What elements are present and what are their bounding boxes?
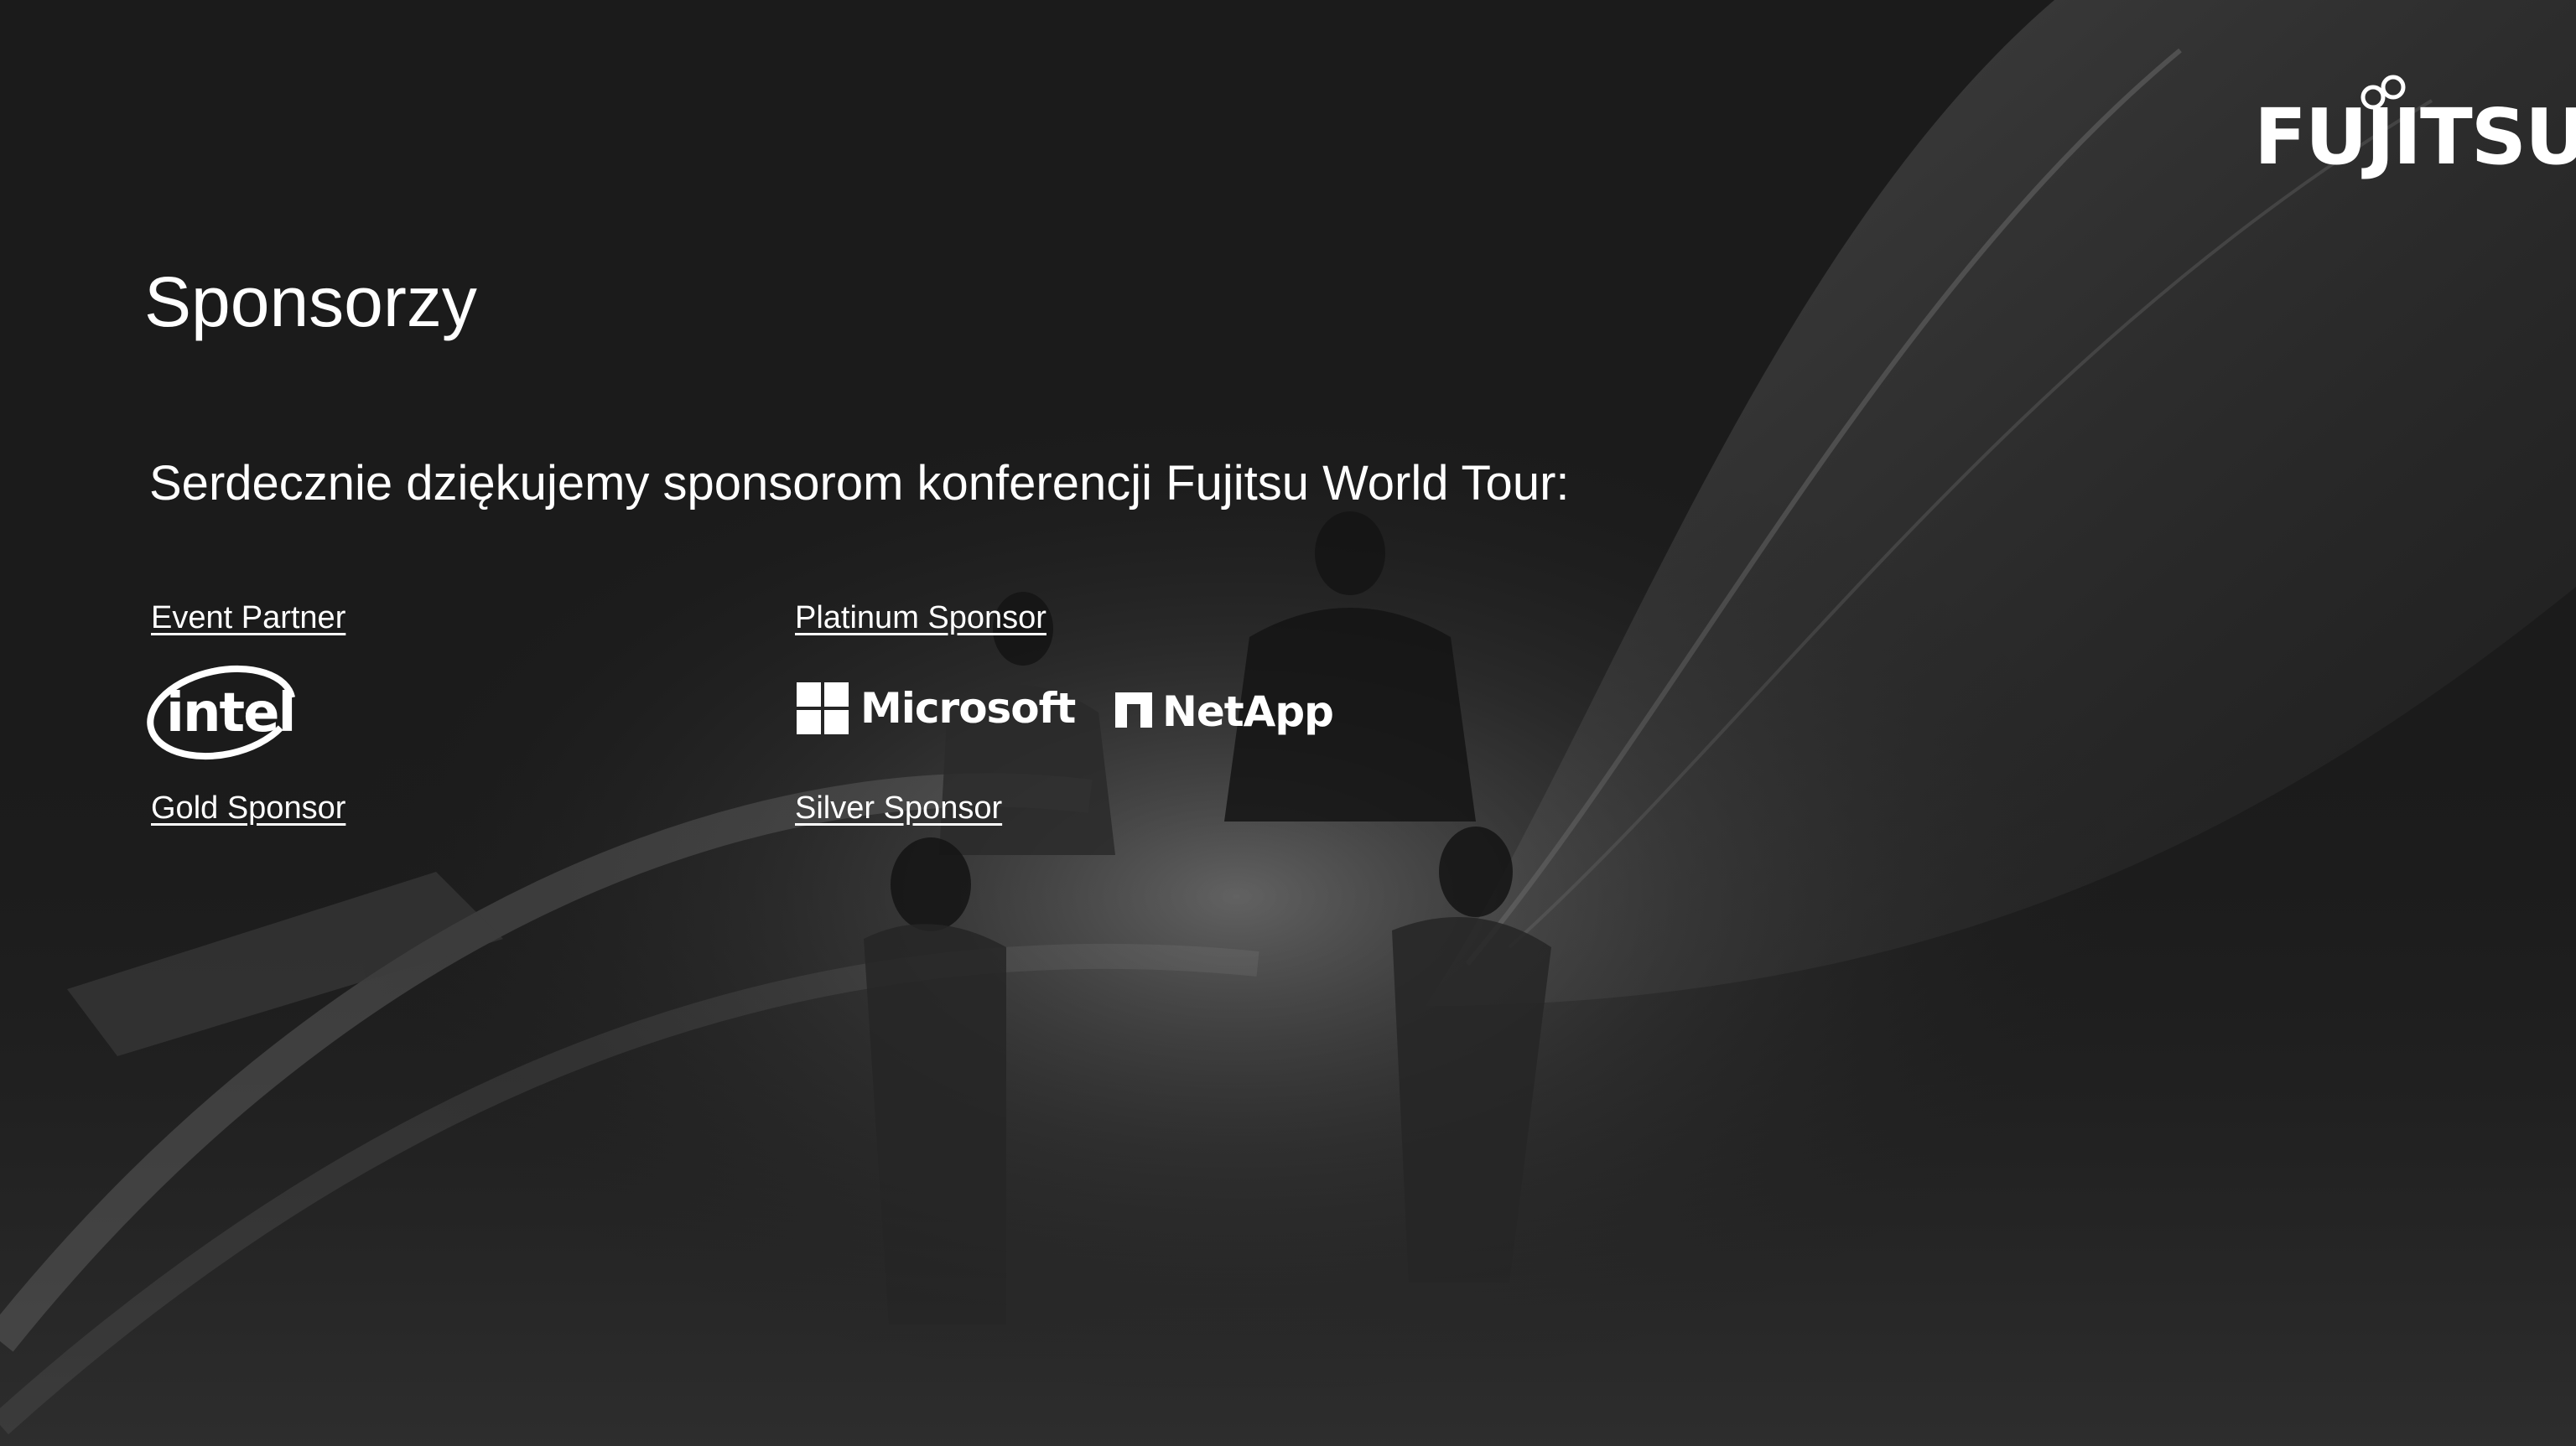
tier-label-platinum-sponsor[interactable]: Platinum Sponsor [795, 602, 1046, 634]
page-title: Sponsorzy [144, 262, 477, 341]
netapp-logo: NetApp [1115, 686, 1334, 736]
netapp-mark-icon [1115, 692, 1152, 728]
microsoft-windows-icon [797, 682, 849, 734]
intel-logo-text: intel [166, 682, 296, 744]
tier-label-event-partner[interactable]: Event Partner [151, 602, 345, 634]
intel-logo: intel [144, 662, 304, 763]
netapp-logo-text: NetApp [1162, 687, 1334, 736]
tier-label-gold-sponsor[interactable]: Gold Sponsor [151, 792, 345, 824]
microsoft-logo-text: Microsoft [860, 684, 1076, 733]
microsoft-logo: Microsoft [797, 681, 1076, 734]
page-subtitle: Serdecznie dziękujemy sponsorom konferen… [149, 456, 1570, 511]
fujitsu-logo: FUJITSU [2254, 92, 2576, 182]
tier-label-silver-sponsor[interactable]: Silver Sponsor [795, 792, 1002, 824]
